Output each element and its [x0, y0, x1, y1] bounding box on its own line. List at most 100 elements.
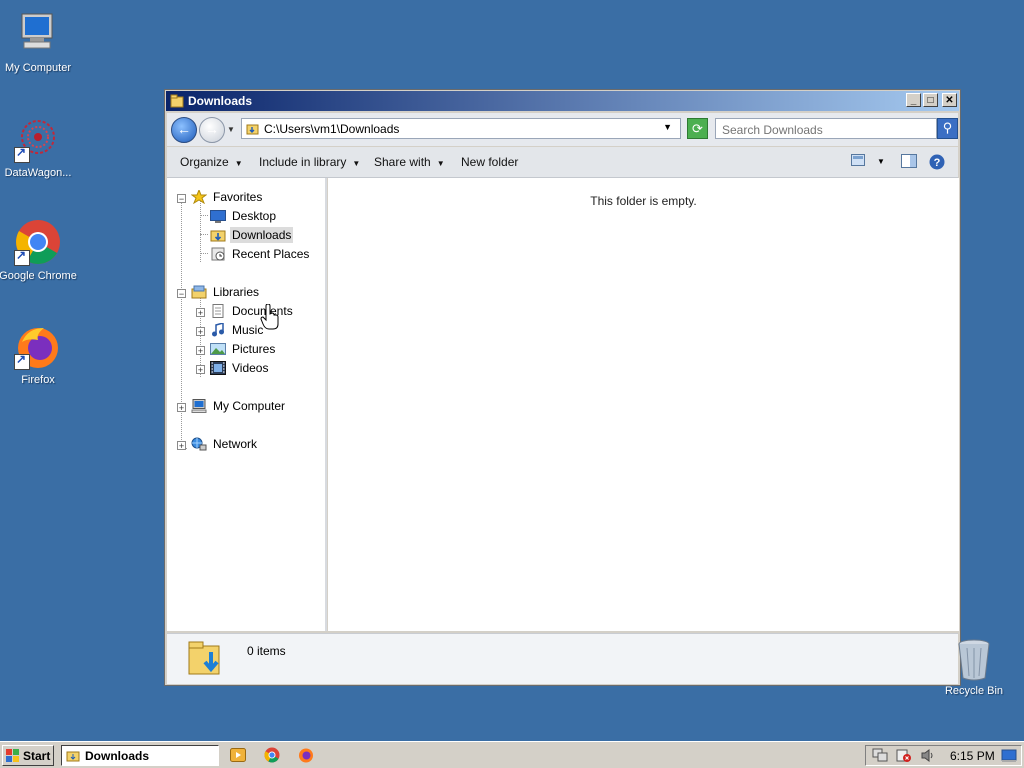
- organize-menu[interactable]: Organize ▼: [180, 155, 243, 169]
- organize-label: Organize: [180, 155, 229, 169]
- arrow-right-icon: →: [205, 121, 219, 137]
- nav-documents[interactable]: Documents: [210, 303, 295, 321]
- shortcut-arrow-icon: [14, 248, 30, 266]
- explorer-window: Downloads _ □ ✕ ← → ▼ C:\Users\vm1\Downl…: [164, 89, 961, 686]
- refresh-button[interactable]: ⟳: [687, 118, 708, 139]
- collapse-libraries-toggle[interactable]: −: [177, 289, 186, 299]
- search-button[interactable]: ⚲: [937, 118, 958, 139]
- share-with-menu[interactable]: Share with ▼: [374, 155, 445, 169]
- address-bar[interactable]: C:\Users\vm1\Downloads ▼: [241, 118, 681, 139]
- preview-pane-icon: [901, 154, 917, 168]
- taskbar: Start Downloads 6:15 PM: [0, 741, 1024, 768]
- expand-documents-toggle[interactable]: +: [196, 308, 205, 318]
- desktop-icon-label: My Computer: [4, 62, 72, 74]
- expand-pictures-toggle[interactable]: +: [196, 346, 205, 356]
- recycle-bin-icon: [958, 639, 990, 681]
- title-bar[interactable]: Downloads _ □ ✕: [166, 91, 959, 111]
- arrow-left-icon: ←: [177, 121, 191, 137]
- forward-button[interactable]: →: [199, 117, 225, 143]
- action-center-icon[interactable]: [896, 748, 912, 763]
- view-options-dropdown[interactable]: ▼: [877, 157, 885, 166]
- network-status-icon[interactable]: [872, 748, 888, 763]
- downloads-folder-icon: [187, 638, 227, 678]
- nav-libraries-label: Libraries: [213, 284, 260, 299]
- nav-downloads[interactable]: Downloads: [210, 226, 294, 245]
- shortcut-arrow-icon: [14, 145, 30, 163]
- nav-music[interactable]: Music: [210, 321, 265, 340]
- desktop-icon-datawagon[interactable]: DataWagon...: [0, 115, 78, 179]
- dropdown-arrow-icon: ▼: [436, 159, 445, 168]
- desktop-icon-label: Google Chrome: [0, 270, 77, 282]
- start-label: Start: [23, 749, 51, 763]
- collapse-favorites-toggle[interactable]: −: [177, 194, 186, 204]
- preview-pane-button[interactable]: [901, 154, 917, 171]
- expand-videos-toggle[interactable]: +: [196, 365, 205, 375]
- nav-network[interactable]: Network: [191, 436, 259, 454]
- include-in-library-menu[interactable]: Include in library ▼: [259, 155, 360, 169]
- downloads-folder-icon: [210, 228, 226, 242]
- change-view-button[interactable]: [851, 154, 865, 169]
- help-button[interactable]: ?: [929, 154, 945, 173]
- folder-icon: [66, 749, 80, 762]
- show-desktop-icon[interactable]: [1001, 748, 1017, 763]
- shortcut-arrow-icon: [14, 352, 30, 370]
- desktop-icon-recycle-bin[interactable]: Recycle Bin: [944, 636, 1004, 697]
- nav-recent-places[interactable]: Recent Places: [210, 246, 311, 264]
- address-dropdown-icon[interactable]: ▼: [663, 122, 672, 132]
- recent-places-icon: [210, 247, 226, 261]
- nav-pictures[interactable]: Pictures: [210, 341, 277, 359]
- desktop-icon-chrome[interactable]: Google Chrome: [0, 218, 78, 282]
- taskbar-item-downloads[interactable]: Downloads: [61, 745, 219, 766]
- include-in-library-label: Include in library: [259, 155, 347, 169]
- nav-desktop-label: Desktop: [232, 208, 277, 223]
- computer-icon: [191, 398, 207, 413]
- media-player-icon[interactable]: [230, 747, 246, 763]
- clock[interactable]: 6:15 PM: [950, 749, 995, 763]
- view-icon: [851, 154, 865, 166]
- expand-my-computer-toggle[interactable]: +: [177, 403, 186, 413]
- firefox-icon: [14, 322, 62, 370]
- dropdown-arrow-icon: ▼: [234, 159, 243, 168]
- folder-icon: [170, 94, 184, 108]
- videos-icon: [210, 360, 226, 375]
- nav-libraries[interactable]: Libraries: [191, 284, 261, 302]
- nav-downloads-label: Downloads: [230, 226, 294, 243]
- nav-pictures-label: Pictures: [232, 341, 276, 356]
- search-box[interactable]: [715, 118, 937, 139]
- taskbar-item-label: Downloads: [85, 749, 150, 763]
- nav-my-computer[interactable]: My Computer: [191, 398, 287, 416]
- music-icon: [210, 321, 226, 337]
- desktop-icon-my-computer[interactable]: My Computer: [0, 10, 78, 74]
- nav-recent-places-label: Recent Places: [232, 246, 310, 261]
- address-row: ← → ▼ C:\Users\vm1\Downloads ▼ ⟳ ⚲: [167, 113, 958, 146]
- item-count: 0 items: [247, 644, 286, 658]
- system-tray: 6:15 PM: [865, 745, 1022, 766]
- libraries-icon: [191, 285, 207, 299]
- recycle-bin-label: Recycle Bin: [944, 685, 1004, 697]
- start-button[interactable]: Start: [2, 745, 54, 766]
- nav-desktop[interactable]: Desktop: [210, 208, 278, 226]
- chrome-icon: [14, 218, 62, 266]
- desktop-icon-firefox[interactable]: Firefox: [0, 322, 78, 386]
- firefox-icon[interactable]: [298, 747, 314, 763]
- pictures-icon: [210, 342, 226, 356]
- maximize-button[interactable]: □: [923, 93, 938, 107]
- back-button[interactable]: ←: [171, 117, 197, 143]
- new-folder-button[interactable]: New folder: [461, 155, 518, 169]
- search-icon: ⚲: [942, 120, 953, 135]
- file-list-area[interactable]: This folder is empty.: [328, 178, 959, 631]
- search-input[interactable]: [720, 120, 924, 139]
- close-button[interactable]: ✕: [942, 93, 957, 107]
- minimize-button[interactable]: _: [906, 93, 921, 107]
- recent-pages-dropdown[interactable]: ▼: [227, 125, 235, 134]
- documents-icon: [210, 303, 226, 318]
- expand-network-toggle[interactable]: +: [177, 441, 186, 451]
- expand-music-toggle[interactable]: +: [196, 327, 205, 337]
- folder-icon: [246, 122, 259, 135]
- volume-icon[interactable]: [920, 748, 936, 763]
- desktop-icon-label: Firefox: [21, 374, 55, 386]
- details-pane: 0 items: [167, 633, 958, 684]
- chrome-icon[interactable]: [264, 747, 280, 763]
- nav-videos[interactable]: Videos: [210, 360, 270, 378]
- nav-favorites[interactable]: Favorites: [190, 188, 264, 207]
